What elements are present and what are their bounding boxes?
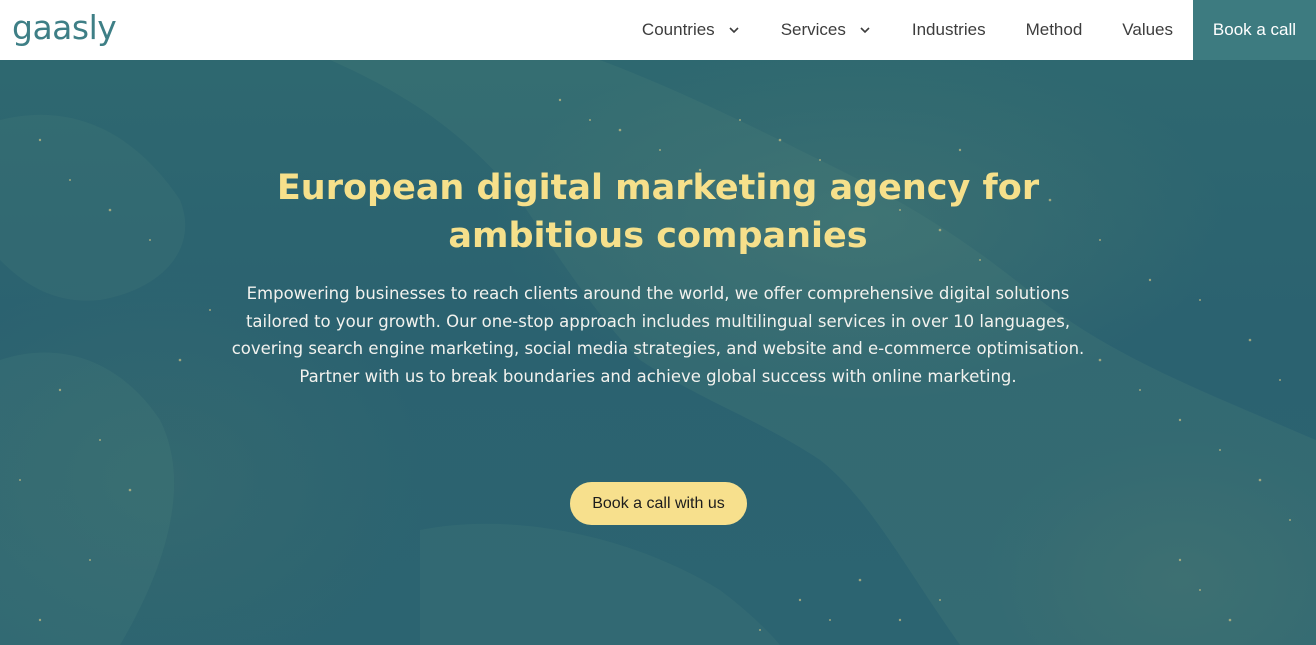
nav-item-countries[interactable]: Countries: [622, 0, 761, 60]
main-nav: Countries Services Industries Method Val…: [622, 0, 1316, 60]
nav-item-industries[interactable]: Industries: [892, 0, 1006, 60]
book-call-hero-button[interactable]: Book a call with us: [570, 482, 747, 525]
gaasly-logo[interactable]: gaasly: [12, 8, 117, 48]
hero-section: European digital marketing agency for am…: [0, 60, 1316, 645]
nav-item-label: Industries: [911, 20, 986, 39]
site-header: gaasly Countries Services Industries Met…: [0, 0, 1316, 60]
nav-item-values[interactable]: Values: [1102, 0, 1193, 60]
chevron-down-icon: [858, 23, 872, 37]
nav-item-method[interactable]: Method: [1006, 0, 1103, 60]
nav-item-label: Values: [1122, 20, 1173, 39]
nav-item-label: Services: [780, 20, 846, 39]
nav-item-label: Countries: [641, 20, 715, 39]
chevron-down-icon: [727, 23, 741, 37]
book-call-nav-button[interactable]: Book a call: [1193, 0, 1316, 60]
hero-title: European digital marketing agency for am…: [276, 168, 1040, 256]
hero-description: Empowering businesses to reach clients a…: [231, 284, 1085, 386]
nav-item-label: Method: [1025, 20, 1083, 39]
nav-item-services[interactable]: Services: [761, 0, 892, 60]
